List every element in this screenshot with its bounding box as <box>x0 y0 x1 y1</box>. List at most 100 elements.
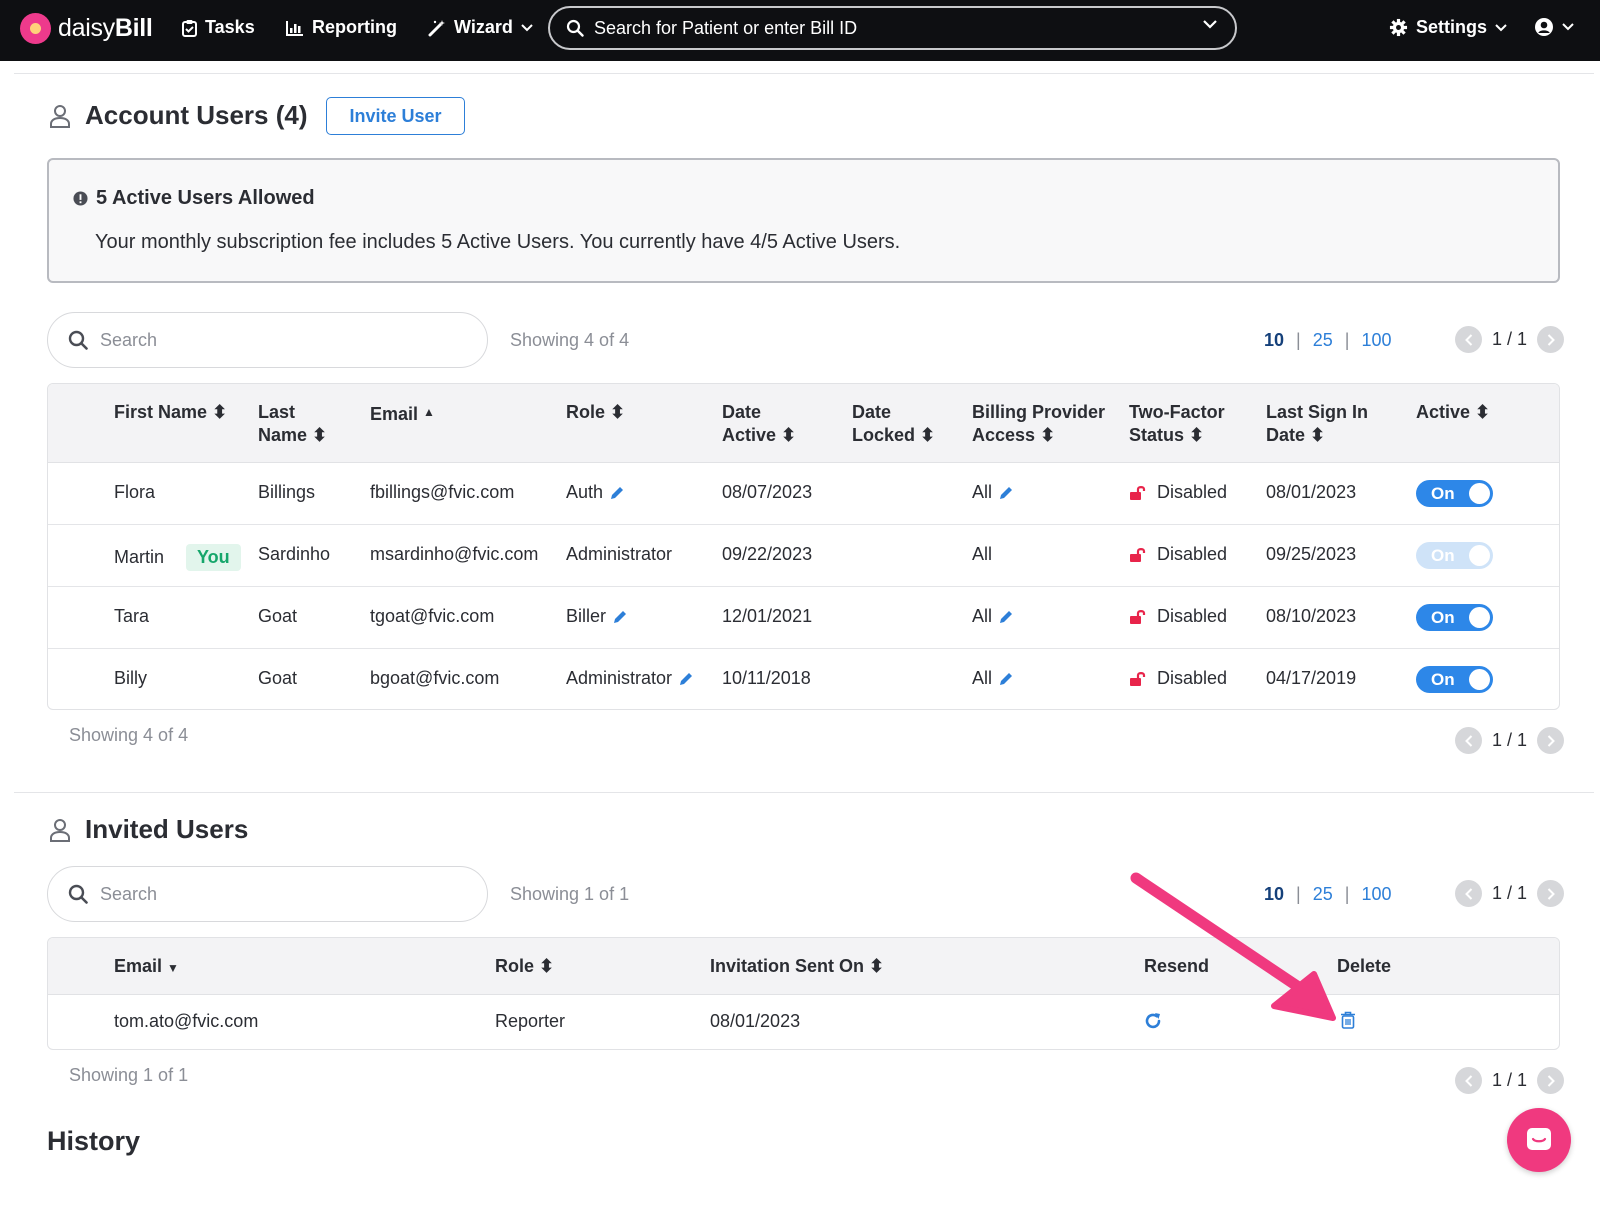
account-users-title: Account Users (4) <box>85 100 308 130</box>
invite-user-button[interactable]: Invite User <box>326 97 465 135</box>
cell-last-sign-in: 04/17/2019 <box>1266 668 1357 688</box>
next-page-button[interactable] <box>1537 1067 1565 1094</box>
cell-date-active: 12/01/2021 <box>722 606 813 626</box>
active-toggle[interactable]: On <box>1416 604 1493 631</box>
daisybill-logo[interactable]: daisyBill <box>20 13 153 44</box>
chat-icon <box>1527 1128 1551 1150</box>
cell-billing-access[interactable]: All <box>972 482 1014 503</box>
col-active[interactable]: Active ⬍ <box>1416 401 1490 424</box>
section-divider <box>14 73 1594 74</box>
prev-page-button[interactable] <box>1455 880 1482 907</box>
cell-email: msardinho@fvic.com <box>370 544 539 564</box>
sort-icon: ⬍ <box>920 425 936 445</box>
chevron-left-icon <box>1464 1074 1472 1087</box>
col-last-name[interactable]: Last Name ⬍ <box>258 401 327 447</box>
invited-users-search-input[interactable]: Search <box>47 866 488 922</box>
nav-reporting-label: Reporting <box>312 17 397 37</box>
chevron-right-icon <box>1547 734 1555 747</box>
next-page-button[interactable] <box>1537 727 1565 754</box>
page-size-100[interactable]: 100 <box>1361 884 1391 905</box>
page-size-100[interactable]: 100 <box>1361 330 1391 351</box>
clipboard-check-icon <box>182 19 197 37</box>
col-role[interactable]: Role ⬍ <box>566 401 625 424</box>
sort-icon: ⬍ <box>1040 425 1056 445</box>
cell-date-active: 10/11/2018 <box>722 668 811 688</box>
prev-page-button[interactable] <box>1455 727 1482 754</box>
history-heading: History <box>47 1126 141 1156</box>
cell-role[interactable]: Administrator <box>566 668 694 689</box>
page-size-25[interactable]: 25 <box>1313 330 1333 351</box>
chevron-right-icon <box>1547 887 1555 900</box>
pink-pointer-arrow-annotation <box>1130 872 1336 1021</box>
page-size-10[interactable]: 10 <box>1264 330 1284 351</box>
pencil-edit-icon[interactable] <box>612 609 628 625</box>
cell-email: tgoat@fvic.com <box>370 606 495 626</box>
patient-bill-search[interactable]: Search for Patient or enter Bill ID <box>548 6 1237 50</box>
cell-role[interactable]: Auth <box>566 482 625 503</box>
page-indicator: 1 / 1 <box>1492 883 1528 903</box>
user-circle-icon <box>1535 18 1553 36</box>
col-email[interactable]: Email ▼ <box>114 955 179 980</box>
cell-last-name: Goat <box>258 606 298 626</box>
account-users-search-input[interactable]: Search <box>47 312 488 368</box>
pencil-edit-icon[interactable] <box>998 485 1014 501</box>
pencil-edit-icon[interactable] <box>998 609 1014 625</box>
prev-page-button[interactable] <box>1455 326 1482 353</box>
nav-tasks[interactable]: Tasks <box>182 17 255 38</box>
cell-role[interactable]: Biller <box>566 606 628 627</box>
account-users-heading: Account Users (4) <box>49 100 308 131</box>
next-page-button[interactable] <box>1537 880 1565 907</box>
pencil-edit-icon[interactable] <box>678 671 694 687</box>
unlock-icon <box>1130 485 1146 500</box>
page-size-selector: 10 | 25 | 100 <box>1264 330 1391 351</box>
cell-active: On <box>1416 604 1493 631</box>
showing-count: Showing 1 of 1 <box>510 884 630 904</box>
page-indicator: 1 / 1 <box>1492 1070 1528 1090</box>
search-placeholder: Search <box>100 883 158 904</box>
cell-two-factor: Disabled <box>1129 544 1227 565</box>
col-role[interactable]: Role ⬍ <box>495 955 554 978</box>
cell-two-factor: Disabled <box>1129 606 1227 627</box>
cell-date-active: 09/22/2023 <box>722 544 813 564</box>
chat-support-button[interactable] <box>1507 1108 1571 1172</box>
showing-count-bottom: Showing 1 of 1 <box>69 1065 189 1085</box>
pencil-edit-icon[interactable] <box>609 485 625 501</box>
patient-search-placeholder: Search for Patient or enter Bill ID <box>594 17 858 38</box>
nav-reporting[interactable]: Reporting <box>286 17 397 38</box>
pencil-edit-icon[interactable] <box>998 671 1014 687</box>
cell-first-name: Flora <box>114 482 156 502</box>
cell-billing-access[interactable]: All <box>972 668 1014 689</box>
next-page-button[interactable] <box>1537 326 1565 353</box>
col-email[interactable]: Email ▲ <box>370 401 435 426</box>
chevron-down-icon <box>1203 20 1217 29</box>
info-circle-icon <box>73 191 88 206</box>
prev-page-button[interactable] <box>1455 1067 1482 1094</box>
col-date-active[interactable]: Date Active ⬍ <box>722 401 796 447</box>
gear-icon <box>1389 18 1408 37</box>
magic-wand-icon <box>428 19 445 36</box>
col-billing-provider-access[interactable]: Billing Provider Access ⬍ <box>972 401 1105 447</box>
top-navigation-bar: daisyBill Tasks Reporting Wizard Search … <box>0 0 1600 61</box>
cell-active: On <box>1416 666 1493 693</box>
nav-settings-dropdown[interactable]: Settings <box>1389 17 1507 38</box>
table-row: Billy Goat bgoat@fvic.com Administrator … <box>48 649 1559 709</box>
nav-wizard-dropdown[interactable]: Wizard <box>428 17 533 38</box>
search-placeholder: Search <box>100 329 158 350</box>
active-toggle[interactable]: On <box>1416 666 1493 693</box>
col-invitation-sent-on[interactable]: Invitation Sent On ⬍ <box>710 955 884 978</box>
notice-body: Your monthly subscription fee includes 5… <box>95 231 901 253</box>
col-two-factor-status[interactable]: Two-Factor Status ⬍ <box>1129 401 1225 447</box>
cell-last-name: Sardinho <box>258 544 331 564</box>
sort-icon: ⬍ <box>312 425 328 445</box>
user-account-menu[interactable] <box>1534 17 1574 37</box>
cell-billing-access[interactable]: All <box>972 606 1014 627</box>
sort-icon: ⬍ <box>1310 425 1326 445</box>
invited-users-title: Invited Users <box>85 814 249 844</box>
col-last-sign-in-date[interactable]: Last Sign In Date ⬍ <box>1266 401 1368 447</box>
unlock-icon <box>1130 609 1146 624</box>
daisy-flower-icon <box>20 13 51 44</box>
col-date-locked[interactable]: Date Locked ⬍ <box>852 401 935 447</box>
active-toggle[interactable]: On <box>1416 480 1493 507</box>
col-first-name[interactable]: First Name ⬍ <box>114 401 227 424</box>
chevron-down-icon <box>521 23 533 31</box>
